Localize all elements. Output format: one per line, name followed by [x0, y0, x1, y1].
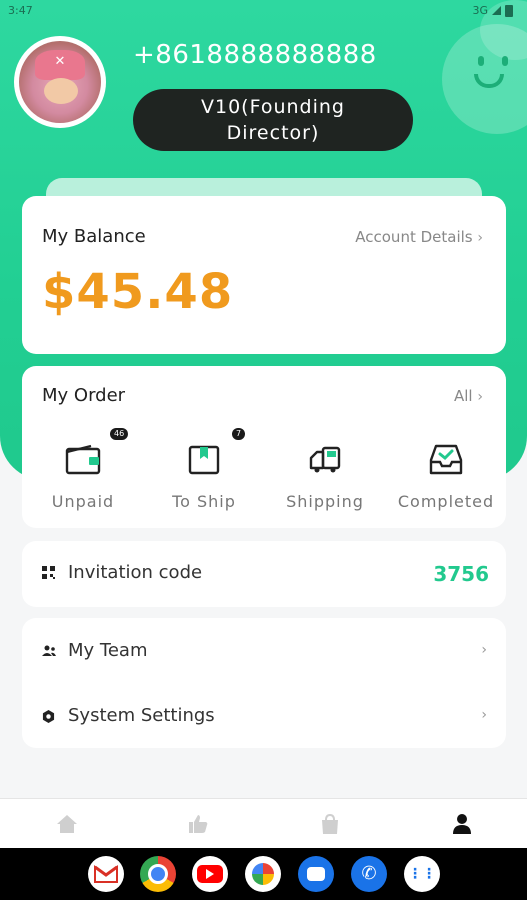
- menu-item-label: System Settings: [68, 705, 215, 726]
- order-completed[interactable]: Completed: [391, 440, 501, 511]
- settings-icon: [42, 710, 55, 723]
- order-shipping[interactable]: Shipping: [270, 440, 380, 511]
- bag-icon[interactable]: [318, 812, 342, 836]
- invitation-label: Invitation code: [68, 562, 203, 583]
- all-orders-link[interactable]: All ›: [454, 387, 483, 405]
- balance-title: My Balance: [42, 226, 146, 247]
- youtube-icon[interactable]: [192, 856, 228, 892]
- status-indicators: 3G: [472, 4, 513, 17]
- level-line-2: Director): [226, 122, 320, 144]
- profile-icon[interactable]: [450, 812, 474, 836]
- thumbs-up-icon[interactable]: [186, 812, 210, 836]
- chevron-right-icon: ›: [481, 642, 487, 658]
- phone-icon[interactable]: ✆: [351, 856, 387, 892]
- bottom-tab-bar: [0, 798, 527, 849]
- chevron-right-icon: ›: [481, 707, 487, 723]
- truck-icon: [309, 446, 341, 473]
- status-time: 3:47: [8, 4, 33, 17]
- qr-icon: [42, 566, 55, 579]
- photos-icon[interactable]: [245, 856, 281, 892]
- order-label: Shipping: [286, 492, 364, 511]
- gmail-icon[interactable]: [88, 856, 124, 892]
- mascot-eye-left: [478, 56, 484, 66]
- order-unpaid[interactable]: Unpaid: [28, 440, 138, 511]
- user-phone: +8618888888888: [133, 40, 377, 70]
- balance-amount: $45.48: [42, 264, 234, 320]
- to-ship-badge: 7: [232, 428, 246, 440]
- all-orders-label: All: [454, 387, 473, 405]
- menu-item-label: My Team: [68, 640, 148, 661]
- account-details-link[interactable]: Account Details ›: [355, 228, 483, 246]
- chevron-right-icon: ›: [477, 230, 483, 246]
- order-label: Completed: [397, 492, 495, 511]
- level-badge[interactable]: V10(Founding Director): [133, 89, 413, 151]
- level-line-1: V10(Founding: [201, 96, 345, 118]
- home-icon[interactable]: [55, 812, 79, 836]
- messages-icon[interactable]: [298, 856, 334, 892]
- order-to-ship[interactable]: To Ship: [149, 440, 259, 511]
- invitation-code[interactable]: 3756: [433, 562, 489, 586]
- order-label: To Ship: [172, 492, 236, 511]
- avatar-face: [44, 78, 78, 104]
- team-icon: [42, 645, 56, 656]
- inbox-check-icon: [429, 444, 463, 475]
- package-icon: [188, 445, 220, 475]
- account-details-label: Account Details: [355, 228, 473, 246]
- battery-icon: [505, 4, 513, 17]
- mascot-eye-right: [502, 56, 508, 66]
- wallet-icon: [65, 444, 101, 475]
- chrome-icon[interactable]: [140, 856, 176, 892]
- chevron-right-icon: ›: [477, 389, 483, 405]
- avatar-cross-icon: ✕: [54, 54, 66, 69]
- network-label: 3G: [472, 4, 488, 17]
- order-label: Unpaid: [51, 492, 115, 511]
- apps-icon[interactable]: ⋮⋮: [404, 856, 440, 892]
- unpaid-badge: 46: [110, 428, 129, 440]
- order-title: My Order: [42, 385, 126, 406]
- signal-icon: [492, 6, 501, 15]
